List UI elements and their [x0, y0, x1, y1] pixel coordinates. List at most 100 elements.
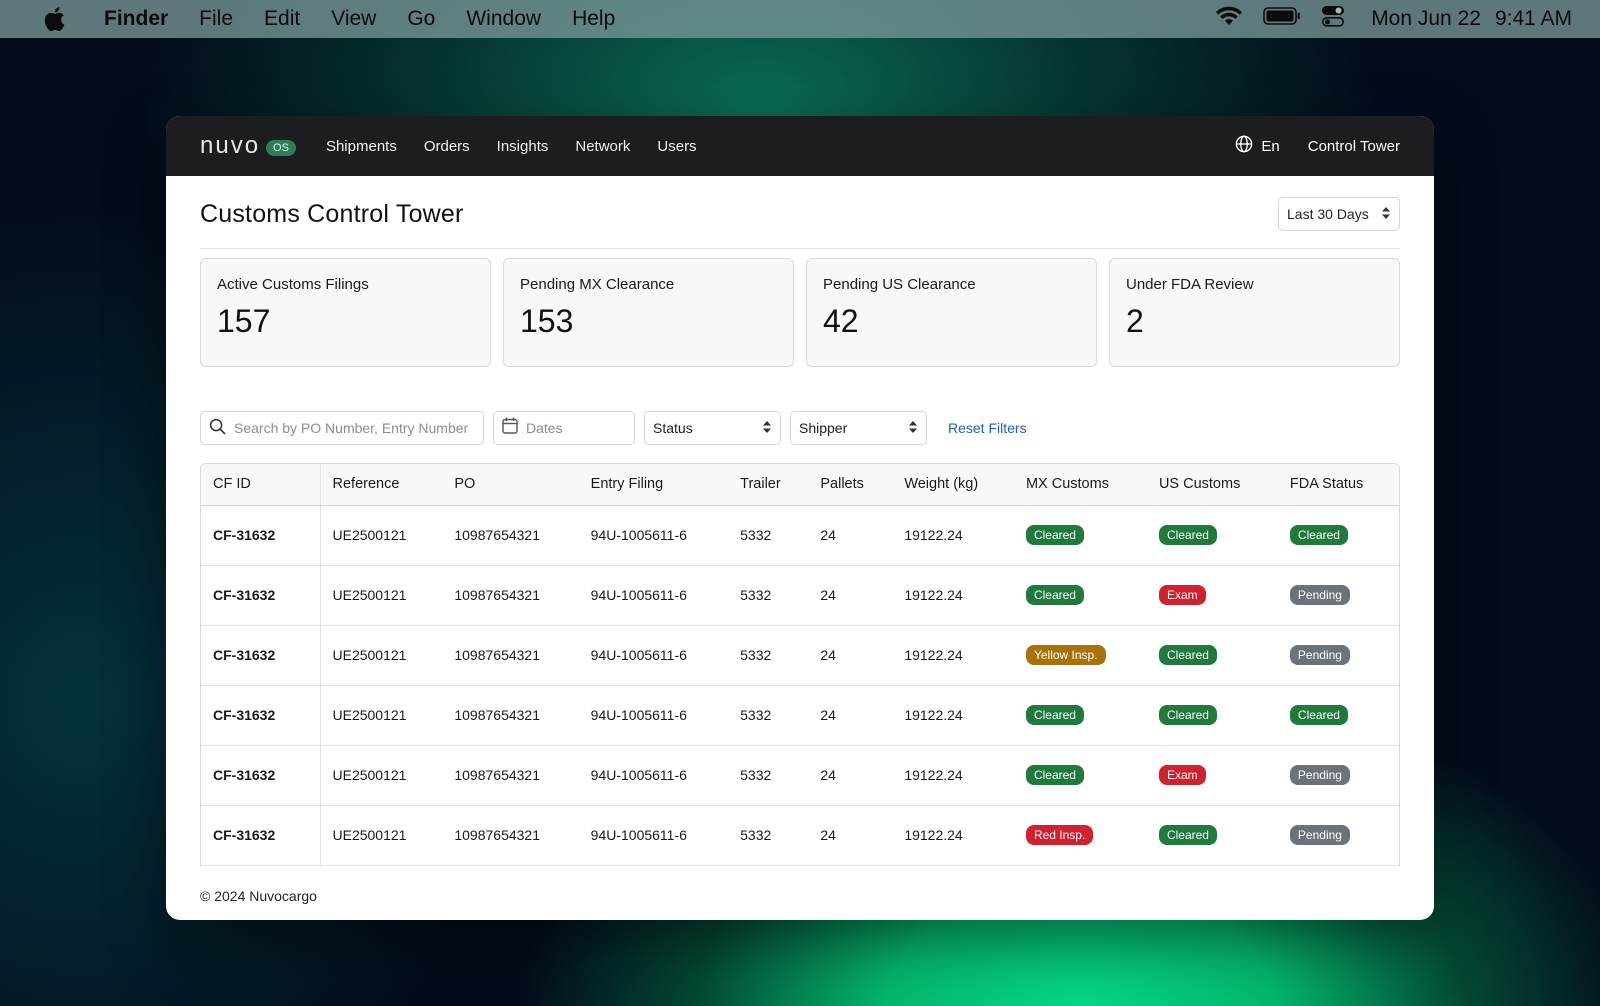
fda-status-badge: Pending	[1289, 645, 1350, 665]
nav-orders[interactable]: Orders	[424, 138, 470, 155]
menubar-time[interactable]: 9:41 AM	[1495, 7, 1572, 31]
shipper-select[interactable]: Shipper	[790, 411, 927, 445]
cell-cf-id[interactable]: CF-31632	[201, 685, 321, 746]
nav-shipments[interactable]: Shipments	[326, 138, 397, 155]
cell-mx-customs: Yellow Insp.	[1013, 625, 1147, 686]
cell-po: 10987654321	[442, 745, 579, 806]
table-row[interactable]: CF-31632 UE2500121 10987654321 94U-10056…	[201, 745, 1399, 806]
customs-table: CF ID Reference PO Entry Filing Trailer …	[201, 464, 1399, 866]
cell-fda-status: Pending	[1277, 805, 1399, 866]
us-status-badge: Exam	[1158, 585, 1206, 605]
col-header-us-customs[interactable]: US Customs	[1146, 464, 1278, 506]
reset-filters-link[interactable]: Reset Filters	[948, 420, 1027, 436]
cell-cf-id[interactable]: CF-31632	[201, 565, 321, 626]
menu-view[interactable]: View	[331, 7, 376, 31]
language-selector[interactable]: En	[1235, 135, 1280, 157]
cell-pallets: 24	[808, 625, 893, 686]
col-header-cf-id[interactable]: CF ID	[201, 464, 321, 506]
cell-cf-id[interactable]: CF-31632	[201, 805, 321, 866]
search-input[interactable]	[234, 420, 475, 436]
cell-entry-filing: 94U-1005611-6	[578, 805, 729, 866]
col-header-weight[interactable]: Weight (kg)	[892, 464, 1014, 506]
us-status-badge: Cleared	[1158, 645, 1217, 665]
account-menu[interactable]: Control Tower	[1308, 138, 1400, 155]
cell-fda-status: Pending	[1277, 625, 1399, 686]
menubar-date[interactable]: Mon Jun 22	[1371, 7, 1481, 31]
col-header-reference[interactable]: Reference	[320, 464, 443, 506]
cell-entry-filing: 94U-1005611-6	[578, 565, 729, 626]
kpi-card-pending-us[interactable]: Pending US Clearance 42	[806, 258, 1097, 367]
col-header-trailer[interactable]: Trailer	[728, 464, 809, 506]
mx-status-badge: Yellow Insp.	[1025, 645, 1106, 665]
menu-window[interactable]: Window	[466, 7, 541, 31]
cell-cf-id[interactable]: CF-31632	[201, 505, 321, 566]
menu-help[interactable]: Help	[572, 7, 615, 31]
table-header-row: CF ID Reference PO Entry Filing Trailer …	[201, 464, 1399, 506]
us-status-badge: Cleared	[1158, 705, 1217, 725]
cell-po: 10987654321	[442, 505, 579, 566]
shipper-select-value: Shipper	[799, 420, 848, 436]
kpi-card-active-filings[interactable]: Active Customs Filings 157	[200, 258, 491, 367]
cell-reference: UE2500121	[320, 805, 443, 866]
battery-icon[interactable]	[1263, 6, 1301, 32]
dates-input[interactable]	[526, 420, 626, 436]
table-row[interactable]: CF-31632 UE2500121 10987654321 94U-10056…	[201, 685, 1399, 746]
status-select-value: Status	[653, 420, 693, 436]
kpi-value: 2	[1126, 303, 1144, 339]
date-range-select[interactable]: Last 30 Days	[1278, 197, 1400, 231]
menu-go[interactable]: Go	[407, 7, 435, 31]
dates-box	[493, 411, 635, 445]
cell-cf-id[interactable]: CF-31632	[201, 745, 321, 806]
nav-users[interactable]: Users	[657, 138, 696, 155]
nav-insights[interactable]: Insights	[497, 138, 549, 155]
menu-file[interactable]: File	[199, 7, 233, 31]
col-header-po[interactable]: PO	[442, 464, 579, 506]
col-header-mx-customs[interactable]: MX Customs	[1013, 464, 1147, 506]
cell-reference: UE2500121	[320, 625, 443, 686]
main-content: Customs Control Tower Last 30 Days Activ…	[166, 176, 1434, 866]
cell-pallets: 24	[808, 505, 893, 566]
kpi-value: 42	[823, 303, 859, 339]
control-center-icon[interactable]	[1321, 5, 1345, 33]
nuvo-logo[interactable]: nuvo OS	[200, 132, 296, 160]
logo-os-badge: OS	[266, 140, 296, 156]
table-row[interactable]: CF-31632 UE2500121 10987654321 94U-10056…	[201, 565, 1399, 626]
cell-po: 10987654321	[442, 625, 579, 686]
cell-po: 10987654321	[442, 685, 579, 746]
table-row[interactable]: CF-31632 UE2500121 10987654321 94U-10056…	[201, 805, 1399, 866]
cell-entry-filing: 94U-1005611-6	[578, 625, 729, 686]
sort-arrows-icon	[908, 420, 918, 437]
fda-status-badge: Cleared	[1289, 525, 1348, 545]
menu-app-name[interactable]: Finder	[104, 7, 168, 31]
wifi-icon[interactable]	[1215, 5, 1243, 33]
menu-edit[interactable]: Edit	[264, 7, 300, 31]
col-header-fda-status[interactable]: FDA Status	[1277, 464, 1399, 506]
cell-trailer: 5332	[728, 745, 809, 806]
apple-icon[interactable]	[42, 5, 68, 33]
cell-reference: UE2500121	[320, 565, 443, 626]
cell-pallets: 24	[808, 745, 893, 806]
cell-cf-id[interactable]: CF-31632	[201, 625, 321, 686]
kpi-card-fda-review[interactable]: Under FDA Review 2	[1109, 258, 1400, 367]
us-status-badge: Exam	[1158, 765, 1206, 785]
nav-network[interactable]: Network	[575, 138, 630, 155]
top-navbar: nuvo OS Shipments Orders Insights Networ…	[166, 116, 1434, 176]
cell-us-customs: Cleared	[1146, 505, 1278, 566]
footer-copyright: © 2024 Nuvocargo	[200, 888, 317, 904]
page-title: Customs Control Tower	[200, 199, 464, 228]
cell-reference: UE2500121	[320, 505, 443, 566]
cell-pallets: 24	[808, 805, 893, 866]
cell-reference: UE2500121	[320, 745, 443, 806]
table-row[interactable]: CF-31632 UE2500121 10987654321 94U-10056…	[201, 625, 1399, 686]
table-row[interactable]: CF-31632 UE2500121 10987654321 94U-10056…	[201, 505, 1399, 566]
cell-us-customs: Cleared	[1146, 685, 1278, 746]
globe-icon	[1235, 135, 1253, 157]
cell-us-customs: Cleared	[1146, 805, 1278, 866]
col-header-pallets[interactable]: Pallets	[808, 464, 893, 506]
cell-pallets: 24	[808, 685, 893, 746]
status-select[interactable]: Status	[644, 411, 781, 445]
kpi-card-pending-mx[interactable]: Pending MX Clearance 153	[503, 258, 794, 367]
search-box	[200, 411, 484, 445]
fda-status-badge: Cleared	[1289, 705, 1348, 725]
col-header-entry-filing[interactable]: Entry Filing	[578, 464, 729, 506]
